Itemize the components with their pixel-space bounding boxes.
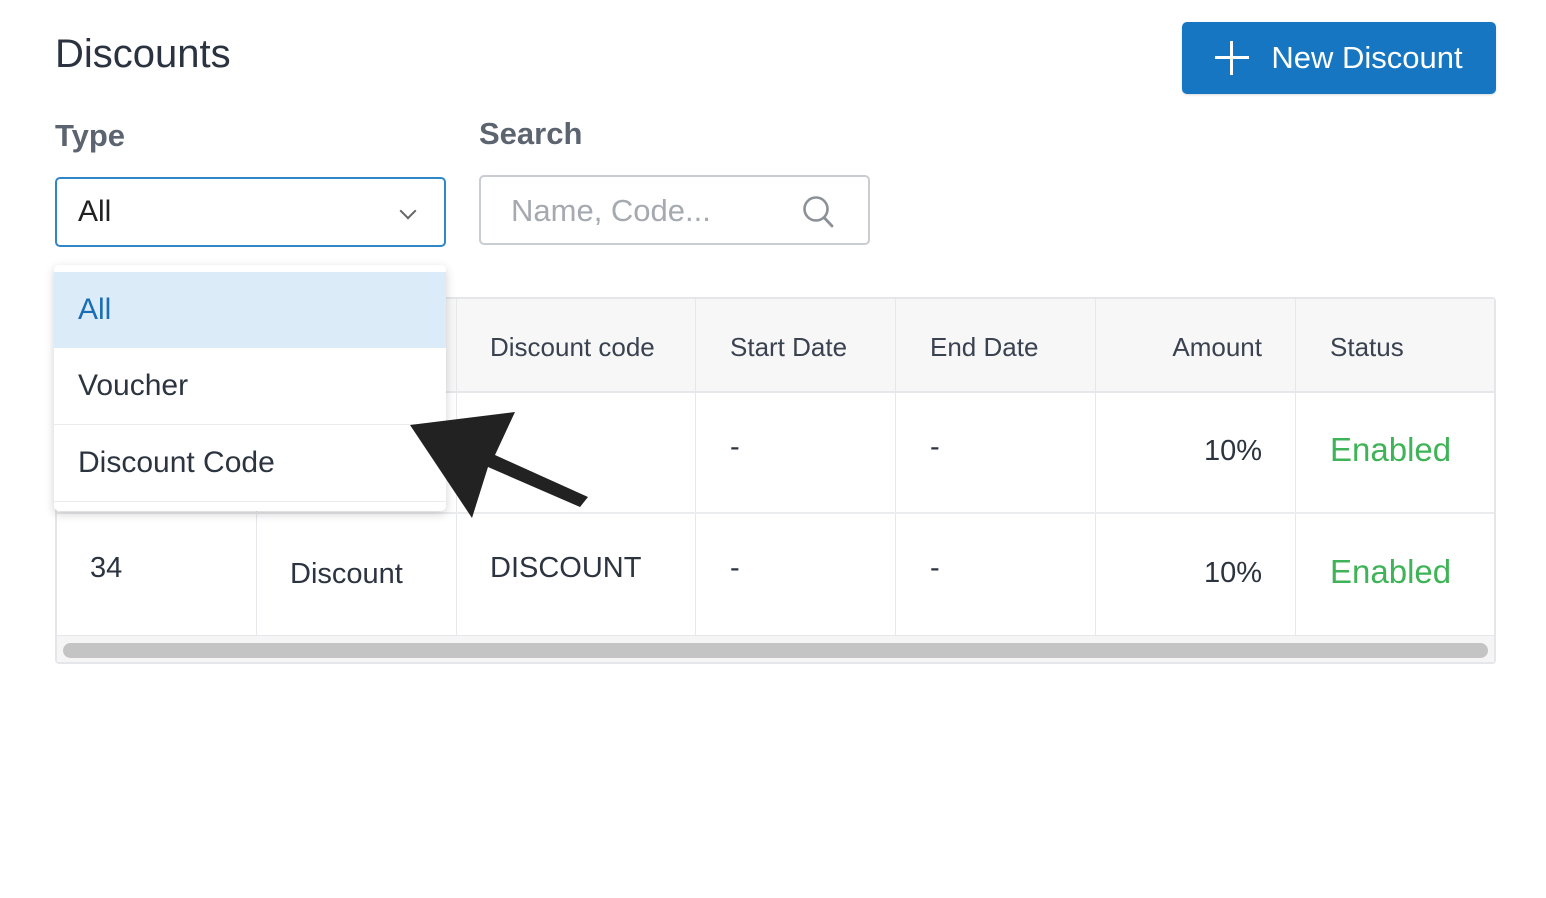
end-date-cell: -: [930, 431, 940, 463]
amount-cell: 10%: [1203, 557, 1262, 589]
code-cell: DISCOUNT: [490, 552, 642, 584]
start-date-cell: -: [730, 552, 740, 584]
dropdown-option-discount-code[interactable]: Discount Code: [54, 425, 446, 501]
column-header[interactable]: Amount: [1117, 332, 1262, 363]
column-divider: [1295, 299, 1296, 635]
chevron-down-icon: [399, 202, 417, 220]
column-header[interactable]: Status: [1330, 332, 1404, 363]
type-select-value: All: [78, 195, 112, 228]
option-divider: [54, 501, 446, 502]
horizontal-scrollbar[interactable]: [57, 635, 1494, 662]
dropdown-option-voucher[interactable]: Voucher: [54, 348, 446, 424]
column-header[interactable]: Start Date: [730, 332, 847, 363]
scrollbar-thumb[interactable]: [63, 643, 1488, 658]
start-date-cell: -: [730, 431, 740, 463]
new-discount-button[interactable]: New Discount: [1182, 22, 1496, 94]
search-field[interactable]: [479, 175, 870, 245]
row-divider: [57, 512, 1494, 514]
type-dropdown-menu: All Voucher Discount Code: [54, 265, 446, 511]
status-badge: Enabled: [1330, 431, 1452, 468]
amount-cell: 10%: [1203, 435, 1262, 467]
id-cell: 34: [90, 552, 123, 584]
type-select[interactable]: All: [55, 177, 446, 247]
type-cell: Discount: [290, 558, 403, 590]
column-divider: [895, 299, 896, 635]
pointer-arrow-icon: [410, 412, 588, 518]
search-label: Search: [479, 116, 583, 151]
plus-icon: [1215, 41, 1250, 75]
column-divider: [695, 299, 696, 635]
end-date-cell: -: [930, 552, 940, 584]
search-icon: [803, 196, 834, 228]
column-header[interactable]: End Date: [930, 332, 1038, 363]
new-discount-label: New Discount: [1271, 40, 1463, 75]
search-input[interactable]: [511, 189, 801, 233]
type-label: Type: [55, 118, 126, 153]
status-badge: Enabled: [1330, 553, 1452, 590]
page-title: Discounts: [55, 32, 231, 76]
column-header[interactable]: Discount code: [490, 332, 655, 363]
dropdown-option-all[interactable]: All: [54, 272, 446, 348]
column-divider: [1095, 299, 1096, 635]
